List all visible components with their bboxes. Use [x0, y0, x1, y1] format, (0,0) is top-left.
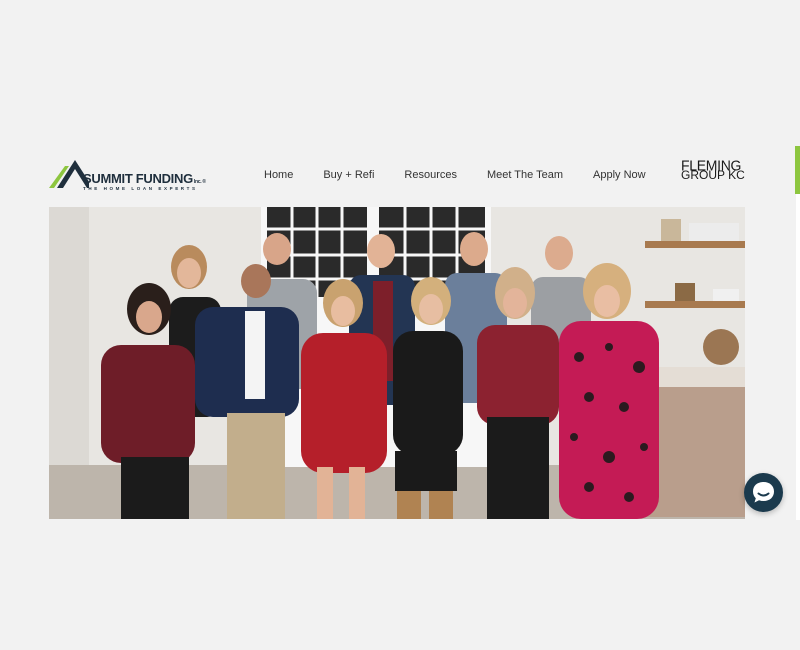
fleming-group-kc-logo[interactable]: FLEMING GROUP KC — [681, 156, 745, 181]
summit-funding-logo[interactable]: SUMMIT FUNDINGInc.® THE HOME LOAN EXPERT… — [49, 156, 214, 192]
nav-resources[interactable]: Resources — [404, 169, 457, 181]
team-photo-illustration — [49, 207, 745, 519]
nav-buy-refi[interactable]: Buy + Refi — [323, 169, 374, 181]
brand-name: SUMMIT FUNDINGInc.® — [83, 171, 206, 186]
site-header: SUMMIT FUNDINGInc.® THE HOME LOAN EXPERT… — [49, 150, 745, 200]
brand-tagline: THE HOME LOAN EXPERTS — [83, 186, 198, 191]
chat-bubble-icon — [753, 482, 774, 503]
edge-divider — [796, 194, 800, 520]
nav-meet-the-team[interactable]: Meet The Team — [487, 169, 563, 181]
nav-apply-now[interactable]: Apply Now — [593, 169, 646, 181]
edge-accent-bar — [795, 146, 800, 194]
team-photo — [49, 207, 745, 519]
registered-mark: ® — [202, 179, 206, 185]
chat-button[interactable] — [744, 473, 783, 512]
brand-suffix: Inc. — [193, 179, 202, 185]
partner-logo-line1: FLEMING — [681, 156, 742, 174]
nav-home[interactable]: Home — [264, 169, 293, 181]
